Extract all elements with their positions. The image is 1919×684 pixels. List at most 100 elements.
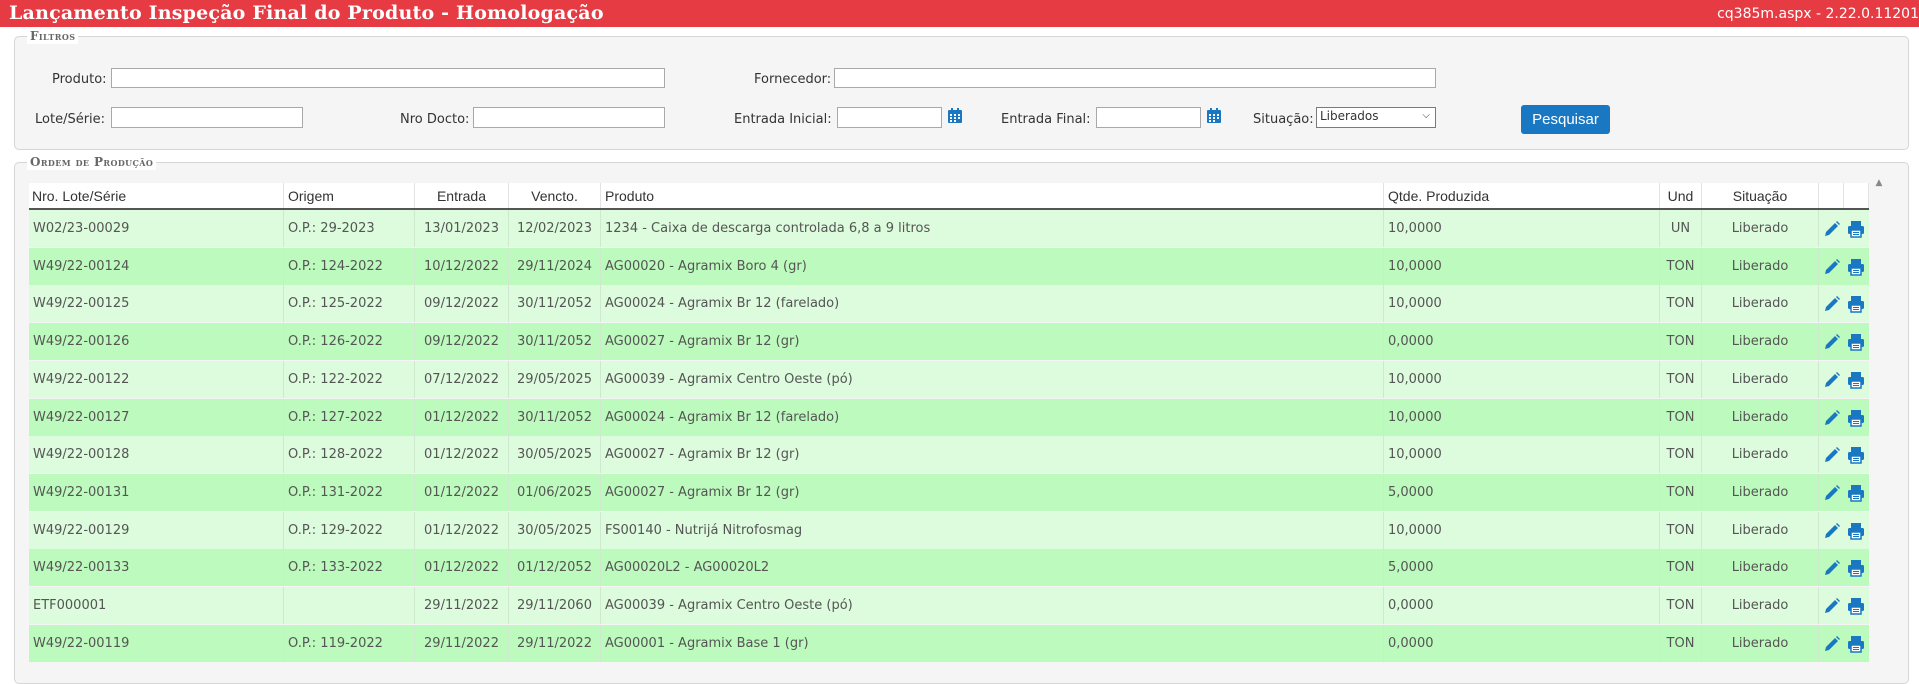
edit-pencil-icon[interactable] [1823,522,1841,540]
lote-serie-input[interactable] [111,107,303,128]
table-row[interactable]: W49/22-00122 O.P.: 122-2022 07/12/2022 29/0… [29,360,1869,398]
cell-lote: W49/22-00129 [29,511,284,549]
printer-icon[interactable] [1847,559,1865,578]
cell-entrada: 07/12/2022 [415,360,509,398]
cell-und: TON [1660,511,1702,549]
printer-icon[interactable] [1847,635,1865,653]
nro-docto-input[interactable] [473,107,665,128]
edit-pencil-icon[interactable] [1823,220,1841,238]
column-header-origem[interactable]: Origem [284,183,415,208]
cell-entrada: 01/12/2022 [415,398,509,436]
cell-entrada: 29/11/2022 [415,587,509,624]
cell-origem: O.P.: 128-2022 [284,436,415,474]
edit-pencil-icon[interactable] [1823,295,1841,313]
cell-vencto: 30/11/2052 [509,323,601,361]
cell-produto: AG00024 - Agramix Br 12 (farelado) [601,398,1384,436]
scroll-up-arrow-icon[interactable]: ▲ [1873,178,1885,192]
cell-lote: W49/22-00126 [29,323,284,361]
cell-situacao: Liberado [1702,436,1819,474]
printer-icon[interactable] [1847,484,1865,502]
table-row[interactable]: W49/22-00125 O.P.: 125-2022 09/12/2022 30/1… [29,285,1869,323]
cell-situacao: Liberado [1702,624,1819,662]
entrada-inicial-input[interactable] [837,107,942,128]
cell-qtde: 10,0000 [1384,247,1660,285]
column-header-vencto[interactable]: Vencto. [509,183,601,208]
printer-icon[interactable] [1847,220,1865,238]
cell-situacao: Liberado [1702,360,1819,398]
edit-pencil-icon[interactable] [1823,371,1841,389]
cell-produto: 1234 - Caixa de descarga controlada 6,8 … [601,210,1384,247]
cell-situacao: Liberado [1702,285,1819,323]
edit-pencil-icon[interactable] [1823,333,1841,351]
printer-icon[interactable] [1847,597,1865,615]
calendar-icon[interactable] [947,108,963,124]
edit-pencil-icon[interactable] [1823,635,1841,653]
cell-entrada: 10/12/2022 [415,247,509,285]
table-row[interactable]: W49/22-00131 O.P.: 131-2022 01/12/2022 01/0… [29,473,1869,511]
cell-qtde: 10,0000 [1384,398,1660,436]
edit-pencil-icon[interactable] [1823,446,1841,464]
calendar-icon[interactable] [1206,108,1222,124]
cell-und: TON [1660,549,1702,587]
cell-produto: AG00020 - Agramix Boro 4 (gr) [601,247,1384,285]
cell-situacao: Liberado [1702,247,1819,285]
column-header-lote[interactable]: Nro. Lote/Série [29,183,284,208]
table-row[interactable]: W02/23-00029 O.P.: 29-2023 13/01/2023 12/02… [29,210,1869,247]
edit-pencil-icon[interactable] [1823,484,1841,502]
cell-entrada: 01/12/2022 [415,473,509,511]
column-header-situacao[interactable]: Situação [1702,183,1819,208]
column-header-und[interactable]: Und [1660,183,1702,208]
printer-icon[interactable] [1847,446,1865,464]
cell-origem: O.P.: 131-2022 [284,473,415,511]
table-row[interactable]: W49/22-00124 O.P.: 124-2022 10/12/2022 29/1… [29,247,1869,285]
printer-icon[interactable] [1847,522,1865,540]
printer-icon[interactable] [1847,409,1865,427]
cell-origem [284,587,415,624]
produto-label: Produto: [52,72,107,87]
cell-qtde: 0,0000 [1384,587,1660,624]
fornecedor-label: Fornecedor: [754,72,832,87]
cell-entrada: 09/12/2022 [415,323,509,361]
cell-situacao: Liberado [1702,323,1819,361]
fornecedor-input[interactable] [834,68,1436,88]
entrada-final-input[interactable] [1096,107,1201,128]
cell-vencto: 29/11/2060 [509,587,601,624]
table-row[interactable]: W49/22-00119 O.P.: 119-2022 29/11/2022 29/1… [29,624,1869,662]
column-header-qtde[interactable]: Qtde. Produzida [1384,183,1660,208]
cell-qtde: 10,0000 [1384,285,1660,323]
page-title: Lançamento Inspeção Final do Produto - H… [9,2,604,24]
cell-entrada: 29/11/2022 [415,624,509,662]
search-button[interactable]: Pesquisar [1521,105,1610,134]
table-row[interactable]: W49/22-00133 O.P.: 133-2022 01/12/2022 01/1… [29,549,1869,587]
printer-icon[interactable] [1847,258,1865,276]
table-row[interactable]: W49/22-00129 O.P.: 129-2022 01/12/2022 30/0… [29,511,1869,549]
cell-vencto: 30/11/2052 [509,398,601,436]
cell-entrada: 13/01/2023 [415,210,509,247]
produto-input[interactable] [111,68,665,88]
table-row[interactable]: ETF000001 29/11/2022 29/11/2060 AG00039 - A… [29,587,1869,624]
cell-produto: FS00140 - Nutrijá Nitrofosmag [601,511,1384,549]
chevron-down-icon: ⌵ [1422,110,1430,121]
edit-pencil-icon[interactable] [1823,559,1841,577]
edit-pencil-icon[interactable] [1823,409,1841,427]
table-row[interactable]: W49/22-00126 O.P.: 126-2022 09/12/2022 30/1… [29,323,1869,361]
cell-lote: W49/22-00127 [29,398,284,436]
table-row[interactable]: W49/22-00128 O.P.: 128-2022 01/12/2022 30/0… [29,436,1869,474]
cell-origem: O.P.: 133-2022 [284,549,415,587]
cell-lote: W49/22-00125 [29,285,284,323]
printer-icon[interactable] [1847,371,1865,389]
cell-produto: AG00020L2 - AG00020L2 [601,549,1384,587]
cell-qtde: 5,0000 [1384,549,1660,587]
printer-icon[interactable] [1847,295,1865,314]
cell-und: TON [1660,398,1702,436]
cell-und: TON [1660,323,1702,361]
situacao-select[interactable]: Liberados ⌵ [1316,107,1436,128]
edit-pencil-icon[interactable] [1823,258,1841,276]
edit-pencil-icon[interactable] [1823,597,1841,615]
printer-icon[interactable] [1847,333,1865,351]
cell-produto: AG00027 - Agramix Br 12 (gr) [601,323,1384,361]
cell-lote: W49/22-00124 [29,247,284,285]
column-header-entrada[interactable]: Entrada [415,183,509,208]
table-row[interactable]: W49/22-00127 O.P.: 127-2022 01/12/2022 30/1… [29,398,1869,436]
column-header-produto[interactable]: Produto [601,183,1384,208]
